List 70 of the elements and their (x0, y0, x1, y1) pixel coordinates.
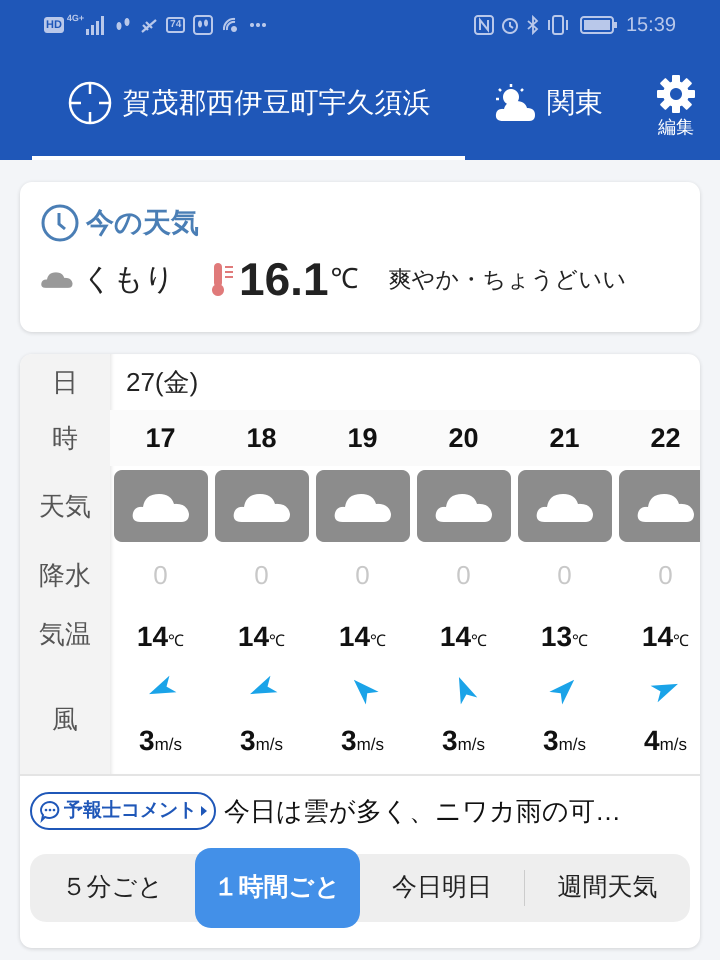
settings-icon (656, 74, 696, 114)
thermometer-icon (209, 261, 235, 297)
temperature-value: 14 (440, 620, 472, 654)
hour-label: 19 (347, 422, 378, 455)
wind-unit: m/s (558, 734, 586, 756)
temperature-unit: ℃ (370, 632, 386, 652)
caret-icon (200, 805, 208, 817)
wind-speed: 4 (644, 724, 660, 758)
header-tab[interactable]: 賀茂郡西伊豆町宇久須浜 (32, 50, 465, 160)
temperature-unit: ℃ (471, 632, 488, 652)
row-label: 気温 (39, 618, 91, 650)
wind-speed: 3 (543, 724, 559, 758)
wind-unit: m/s (458, 734, 485, 756)
comment-text: 今日は雲が多く、ニワカ雨の可… (224, 794, 621, 828)
hour-label: 22 (650, 422, 681, 455)
forecaster-comment-button[interactable]: 予報士コメント (30, 792, 216, 830)
temperature-value: 16.1 (239, 256, 329, 302)
wireless-icon (221, 16, 240, 34)
wind-speed: 3 (341, 724, 357, 758)
temperature-unit: ℃ (673, 632, 690, 652)
wind-unit: m/s (256, 734, 283, 756)
bluetooth-icon (526, 15, 540, 35)
row-label: 降水 (39, 558, 91, 592)
section-title: 今の天気 (86, 206, 199, 240)
battery-icon (580, 16, 618, 34)
battery-saver-badge: 74 (166, 17, 186, 33)
steps-icon (193, 15, 214, 35)
wind-unit: m/s (356, 734, 384, 756)
vibrate-icon (546, 15, 570, 35)
mode-tab[interactable]: ５分ごと (30, 848, 195, 928)
row-label: 日 (52, 366, 78, 398)
wind-speed: 3 (442, 724, 458, 758)
temperature-value: 14 (238, 620, 270, 654)
header-tab[interactable]: 関東 (465, 50, 629, 160)
nfc-icon (474, 15, 494, 35)
alarm-icon (500, 15, 520, 35)
date-label: 27(金) (126, 366, 198, 398)
temperature-unit: ℃ (572, 632, 588, 652)
clock-time: 15:39 (626, 13, 676, 38)
wind-unit: m/s (154, 734, 182, 756)
temperature-value: 14 (642, 620, 674, 654)
hour-label: 17 (145, 422, 176, 455)
crosshair-icon (66, 80, 112, 126)
hour-label: 20 (448, 422, 479, 455)
mode-tab[interactable]: 今日明日 (360, 848, 524, 928)
wind-unit: m/s (660, 734, 687, 756)
row-label: 時 (52, 422, 78, 454)
hd-badge: HD (44, 17, 64, 33)
speech-bubble-icon (38, 799, 62, 823)
mode-tab[interactable]: 週間天気 (525, 848, 690, 928)
hour-label: 18 (246, 422, 277, 455)
temperature-value: 14 (338, 620, 370, 654)
hour-label: 21 (549, 422, 580, 455)
airplane-icon (140, 16, 158, 34)
network-label: 4G+ (66, 12, 84, 25)
temperature-unit: ℃ (330, 262, 359, 296)
row-label: 風 (52, 702, 78, 736)
condition-text: くもり (82, 262, 175, 298)
feel-text: 爽やか・ちょうどいい (388, 264, 627, 294)
wind-speed: 3 (240, 724, 256, 758)
settings-button[interactable]: 編集 (656, 50, 696, 160)
clock-icon (40, 203, 80, 243)
temperature-value: 13 (540, 620, 572, 654)
row-label: 天気 (39, 490, 91, 522)
temperature-value: 14 (136, 620, 168, 654)
signal-icon (84, 15, 106, 35)
temperature-unit: ℃ (168, 632, 184, 652)
wind-speed: 3 (139, 724, 155, 758)
more-icon (249, 22, 268, 28)
temperature-unit: ℃ (269, 632, 286, 652)
